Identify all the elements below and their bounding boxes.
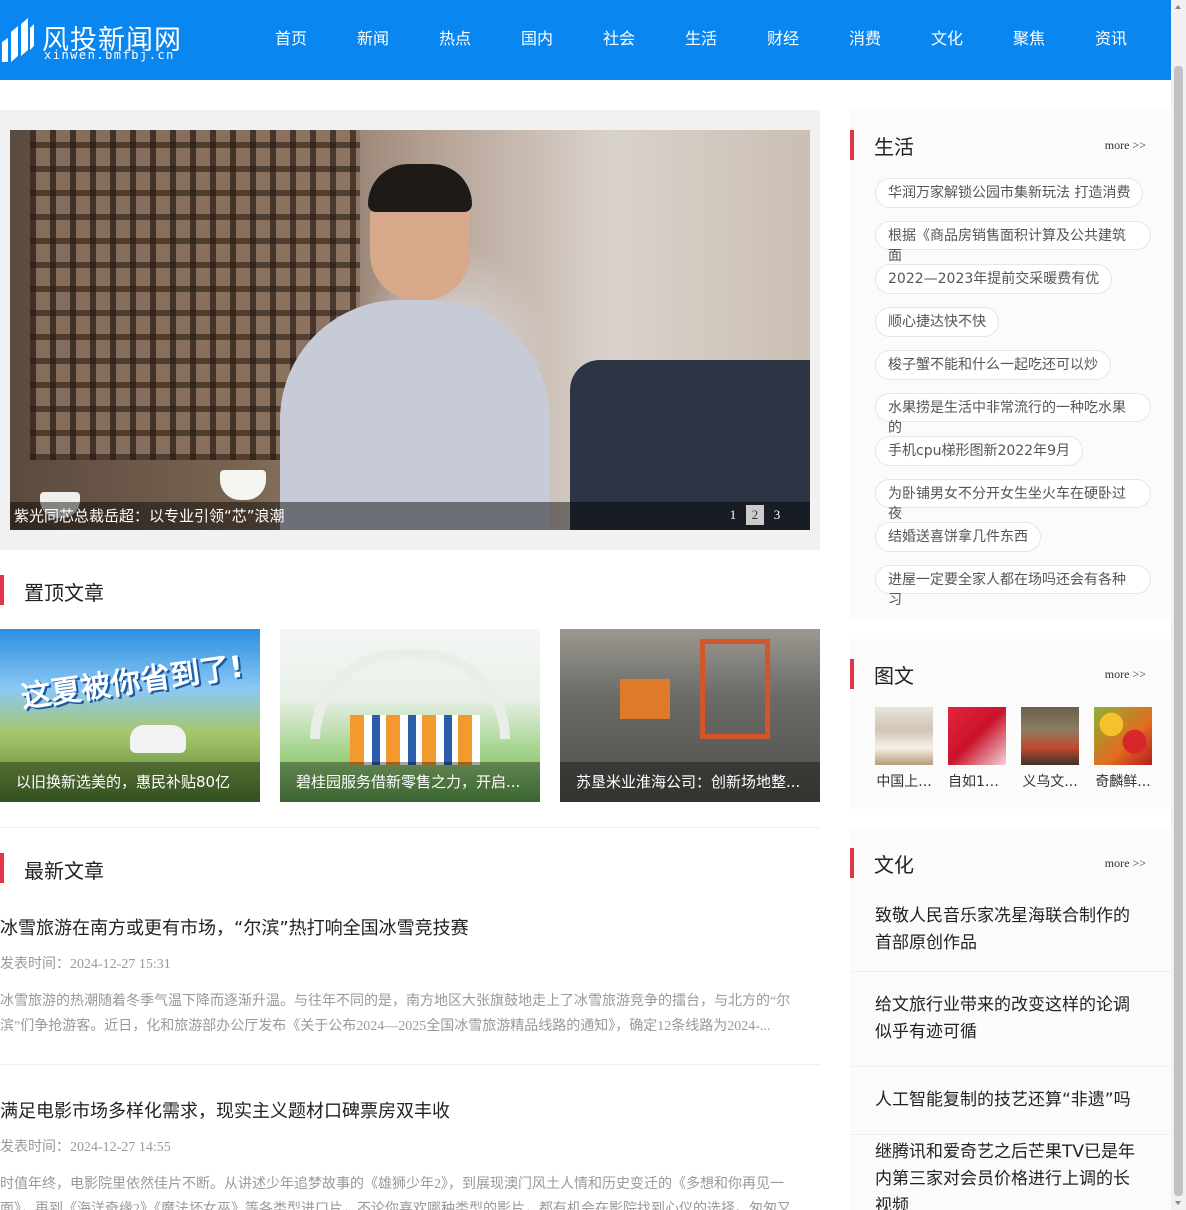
- nav-item-finance[interactable]: 财经: [742, 0, 824, 80]
- article-item: 冰雪旅游在南方或更有市场，“尔滨”热打响全国冰雪竞技赛 发表时间：2024-12…: [0, 917, 820, 1039]
- top-article-card[interactable]: 碧桂园服务借新零售之力，开启...: [280, 629, 540, 802]
- life-tag-item[interactable]: 顺心捷达快不快: [875, 307, 999, 337]
- top-article-card[interactable]: 苏垦米业淮海公司：创新场地整...: [560, 629, 820, 802]
- nav-item-culture[interactable]: 文化: [906, 0, 988, 80]
- life-tag-item[interactable]: 华润万家解锁公园市集新玩法 打造消费: [875, 178, 1144, 208]
- top-article-caption[interactable]: 以旧换新选美的，惠民补贴80亿: [0, 762, 260, 802]
- scroll-down-arrow-icon[interactable]: [1171, 1196, 1186, 1210]
- sidebar-life-heading: 生活 more >>: [850, 130, 1171, 160]
- picture-thumbnail[interactable]: [1094, 707, 1152, 765]
- top-articles-list: 这夏被你省到了! 以旧换新选美的，惠民补贴80亿 碧桂园服务借新零售之力，开启.…: [0, 629, 820, 802]
- picture-label[interactable]: 奇麟鲜...: [1094, 771, 1152, 791]
- sidebar-pictures-title: 图文: [874, 664, 914, 688]
- picture-label[interactable]: 义乌文...: [1021, 771, 1079, 791]
- article-time: 发表时间：2024-12-27 15:31: [0, 957, 171, 972]
- nav-item-news[interactable]: 新闻: [332, 0, 414, 80]
- slider-page-2[interactable]: 2: [746, 505, 764, 525]
- card-image-slogan: 这夏被你省到了!: [19, 649, 246, 716]
- picture-label[interactable]: 中国上...: [875, 771, 933, 791]
- more-link[interactable]: more >>: [1105, 667, 1146, 682]
- life-tag-item[interactable]: 为卧铺男女不分开女生坐火车在硬卧过夜: [875, 479, 1151, 522]
- sidebar-life-panel: 生活 more >> 华润万家解锁公园市集新玩法 打造消费 根据《商品房销售面积…: [850, 110, 1171, 620]
- nav-item-home[interactable]: 首页: [250, 0, 332, 80]
- top-articles-heading: 置顶文章: [0, 575, 820, 605]
- site-logo[interactable]: 风投新闻网 xinwen.bmfbj.cn: [0, 16, 190, 66]
- slider-page-3[interactable]: 3: [768, 505, 786, 525]
- top-article-caption[interactable]: 苏垦米业淮海公司：创新场地整...: [560, 762, 820, 802]
- slider-caption-bar: 紫光同芯总裁岳超：以专业引领“芯”浪潮 1 2 3: [10, 502, 810, 530]
- article-title[interactable]: 满足电影市场多样化需求，现实主义题材口碑票房双丰收: [0, 1100, 820, 1124]
- nav-item-focus[interactable]: 聚焦: [988, 0, 1070, 80]
- logo-domain: xinwen.bmfbj.cn: [44, 48, 175, 62]
- life-tag-item[interactable]: 水果捞是生活中非常流行的一种吃水果的: [875, 393, 1151, 436]
- top-article-caption[interactable]: 碧桂园服务借新零售之力，开启...: [280, 762, 540, 802]
- culture-item[interactable]: 给文旅行业带来的改变这样的论调似乎有迹可循: [850, 972, 1171, 1067]
- nav-item-consumption[interactable]: 消费: [824, 0, 906, 80]
- life-tag-item[interactable]: 进屋一定要全家人都在场吗还会有各种习: [875, 565, 1151, 608]
- slider-caption[interactable]: 紫光同芯总裁岳超：以专业引领“芯”浪潮: [14, 505, 285, 526]
- scroll-up-arrow-icon[interactable]: [1171, 0, 1186, 14]
- culture-item[interactable]: 人工智能复制的技艺还算“非遗”吗: [850, 1067, 1171, 1135]
- hero-slider[interactable]: 紫光同芯总裁岳超：以专业引领“芯”浪潮 1 2 3: [10, 130, 810, 530]
- life-tag-item[interactable]: 2022—2023年提前交采暖费有优: [875, 264, 1113, 294]
- sidebar-pictures-heading: 图文 more >>: [850, 659, 1171, 689]
- picture-item[interactable]: 奇麟鲜...: [1094, 707, 1152, 791]
- nav-item-society[interactable]: 社会: [578, 0, 660, 80]
- nav-item-info[interactable]: 资讯: [1070, 0, 1152, 80]
- sidebar-culture-panel: 文化 more >> 致敬人民音乐家冼星海联合制作的首部原创作品 给文旅行业带来…: [850, 828, 1171, 1210]
- picture-item[interactable]: 中国上...: [875, 707, 933, 791]
- picture-label[interactable]: 自如13...: [948, 771, 1006, 791]
- divider: [0, 1064, 820, 1065]
- slider-photo-person: [280, 300, 550, 530]
- life-tag-item[interactable]: 梭子蟹不能和什么一起吃还可以炒: [875, 350, 1111, 380]
- article-item: 满足电影市场多样化需求，现实主义题材口碑票房双丰收 发表时间：2024-12-2…: [0, 1100, 820, 1210]
- hero-slider-container: 紫光同芯总裁岳超：以专业引领“芯”浪潮 1 2 3: [0, 110, 820, 550]
- page-scrollbar[interactable]: [1171, 0, 1186, 1210]
- more-link[interactable]: more >>: [1105, 856, 1146, 871]
- nav-item-life[interactable]: 生活: [660, 0, 742, 80]
- sidebar-life-title: 生活: [874, 135, 914, 159]
- latest-articles-heading: 最新文章: [0, 853, 820, 883]
- site-header: 风投新闻网 xinwen.bmfbj.cn 首页 新闻 热点 国内 社会 生活 …: [0, 0, 1171, 80]
- sidebar-pictures-panel: 图文 more >> 中国上... 自如13... 义乌文... 奇麟鲜...: [850, 639, 1171, 809]
- life-tag-item[interactable]: 根据《商品房销售面积计算及公共建筑面: [875, 221, 1151, 264]
- picture-thumbnail[interactable]: [948, 707, 1006, 765]
- slider-page-1[interactable]: 1: [724, 505, 742, 525]
- picture-item[interactable]: 义乌文...: [1021, 707, 1079, 791]
- article-time: 发表时间：2024-12-27 14:55: [0, 1140, 171, 1155]
- slider-pager: 1 2 3: [724, 505, 786, 525]
- article-title[interactable]: 冰雪旅游在南方或更有市场，“尔滨”热打响全国冰雪竞技赛: [0, 917, 820, 941]
- scrollbar-thumb[interactable]: [1174, 66, 1183, 1196]
- nav-item-hot[interactable]: 热点: [414, 0, 496, 80]
- life-tag-item[interactable]: 手机cpu梯形图新2022年9月: [875, 436, 1083, 466]
- picture-item[interactable]: 自如13...: [948, 707, 1006, 791]
- more-link[interactable]: more >>: [1105, 138, 1146, 153]
- latest-articles-title: 最新文章: [24, 859, 104, 883]
- life-tag-item[interactable]: 结婚送喜饼拿几件东西: [875, 522, 1041, 552]
- main-nav: 首页 新闻 热点 国内 社会 生活 财经 消费 文化 聚焦 资讯: [250, 0, 1152, 80]
- nav-item-domestic[interactable]: 国内: [496, 0, 578, 80]
- top-articles-title: 置顶文章: [24, 581, 104, 605]
- top-article-card[interactable]: 这夏被你省到了! 以旧换新选美的，惠民补贴80亿: [0, 629, 260, 802]
- logo-mark-icon: [2, 18, 34, 62]
- sidebar-culture-heading: 文化 more >>: [850, 848, 1171, 878]
- picture-thumbnail[interactable]: [1021, 707, 1079, 765]
- divider: [0, 827, 820, 828]
- picture-thumbnail[interactable]: [875, 707, 933, 765]
- article-summary: 时值年终，电影院里依然佳片不断。从讲述少年追梦故事的《雄狮少年2》，到展现澳门风…: [0, 1177, 791, 1210]
- culture-item[interactable]: 继腾讯和爱奇艺之后芒果TV已是年内第三家对会员价格进行上调的长视频: [850, 1135, 1171, 1210]
- culture-item[interactable]: 致敬人民音乐家冼星海联合制作的首部原创作品: [850, 888, 1171, 972]
- sidebar-culture-title: 文化: [874, 853, 914, 877]
- article-summary: 冰雪旅游的热潮随着冬季气温下降而逐渐升温。与往年不同的是，南方地区大张旗鼓地走上…: [0, 994, 791, 1034]
